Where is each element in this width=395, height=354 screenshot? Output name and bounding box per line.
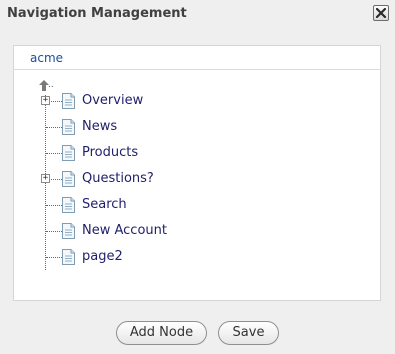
tree-node[interactable]: News [14,116,380,138]
page-icon [62,197,75,217]
tree-connector-line [46,127,62,128]
plus-icon[interactable]: + [41,96,50,105]
panel-header: acme [14,46,380,70]
dialog-titlebar: Navigation Management [0,0,395,30]
tree-node[interactable]: page2 [14,246,380,268]
tree-node-label[interactable]: Search [82,197,127,212]
tree-node-label[interactable]: Overview [82,93,143,108]
navigation-management-dialog: Navigation Management acme .. + Overview N… [0,0,395,354]
close-icon [376,8,386,18]
page-icon [62,249,75,269]
tree-node-label[interactable]: Products [82,145,138,160]
save-button[interactable]: Save [218,321,279,345]
tree-node[interactable]: New Account [14,220,380,242]
page-icon [62,223,75,243]
tree-node[interactable]: Search [14,194,380,216]
tree-connector-line [46,205,62,206]
tree-connector-line [46,257,62,258]
tree-connector-line [46,231,62,232]
page-icon [62,171,75,191]
page-icon [62,93,75,113]
tree-node-label[interactable]: New Account [82,223,167,238]
tree-connector-line [46,153,62,154]
close-button[interactable] [373,5,389,21]
tree-node-label[interactable]: page2 [82,249,123,264]
parent-dots: .. [48,80,54,90]
add-node-button[interactable]: Add Node [116,321,207,345]
tree-node[interactable]: + Overview [14,90,380,112]
tree-node[interactable]: Products [14,142,380,164]
site-name-link[interactable]: acme [30,51,63,65]
tree-node[interactable]: + Questions? [14,168,380,190]
page-icon [62,119,75,139]
dialog-title: Navigation Management [7,6,187,21]
navigation-tree: .. + Overview News Products + Questions? Searc… [14,70,380,300]
navigation-panel: acme .. + Overview News Products + Questions?… [13,45,381,301]
plus-icon[interactable]: + [41,174,50,183]
tree-node-label[interactable]: Questions? [82,171,154,186]
tree-node-label[interactable]: News [82,119,117,134]
page-icon [62,145,75,165]
